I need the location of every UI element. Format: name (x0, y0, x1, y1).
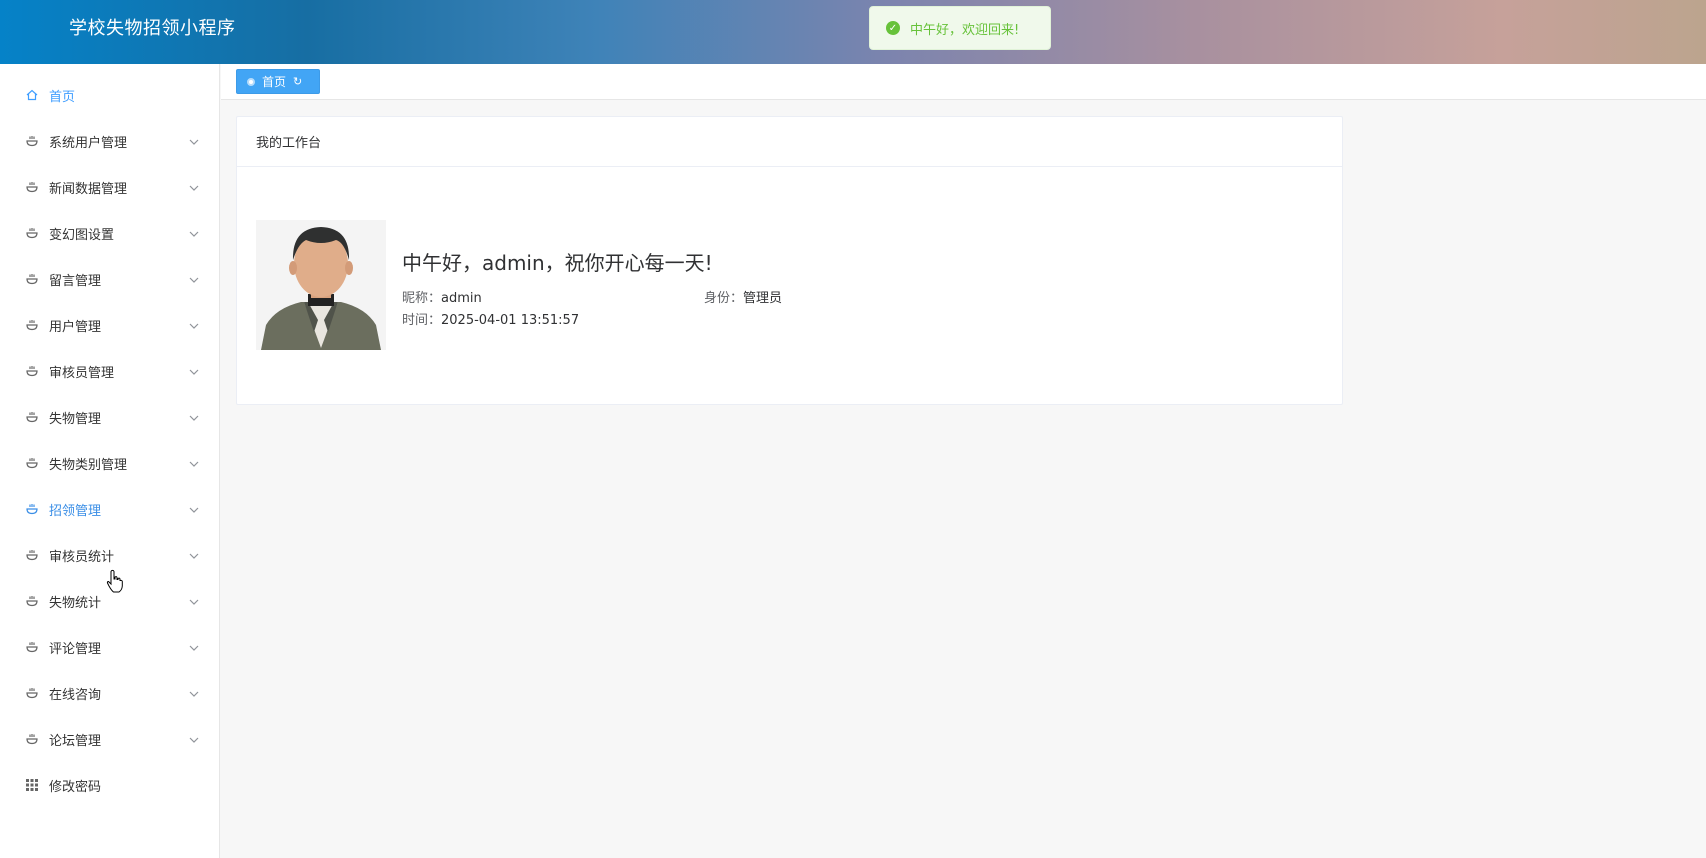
sidebar-item-2[interactable]: 新闻数据管理 (0, 164, 219, 210)
time-row: 时间：2025-04-01 13:51:57 (402, 309, 579, 328)
sidebar-item-13[interactable]: 在线咨询 (0, 670, 219, 716)
time-label: 时间： (402, 313, 442, 328)
sidebar-item-1[interactable]: 系统用户管理 (0, 118, 219, 164)
nickname-value: admin (441, 291, 482, 306)
sidebar-item-label: 留言管理 (49, 273, 102, 289)
check-circle-icon: ✓ (886, 21, 900, 35)
avatar (256, 220, 386, 350)
menu-bowl-icon (25, 456, 39, 470)
sidebar-item-label: 在线咨询 (49, 687, 102, 703)
menu-bowl-icon (25, 686, 39, 700)
app-title: 学校失物招领小程序 (69, 18, 236, 39)
sidebar-item-9[interactable]: 招领管理 (0, 486, 219, 532)
sidebar-item-label: 修改密码 (49, 779, 102, 795)
menu-bowl-icon (25, 364, 39, 378)
greeting-text: 中午好，admin，祝你开心每一天! (402, 251, 713, 275)
sidebar-item-label: 用户管理 (49, 319, 102, 335)
chevron-down-icon (189, 596, 199, 606)
sidebar-item-12[interactable]: 评论管理 (0, 624, 219, 670)
menu-bowl-icon (25, 318, 39, 332)
sidebar-item-7[interactable]: 失物管理 (0, 394, 219, 440)
chevron-down-icon (189, 320, 199, 330)
menu-bowl-icon (25, 134, 39, 148)
sidebar-item-4[interactable]: 留言管理 (0, 256, 219, 302)
tags-bar: 首页 ↻ (221, 64, 1706, 100)
workbench-card: 我的工作台 中午好，admin，祝你开心每一天! 昵称：admin 身份：管理员… (236, 116, 1343, 405)
tab-home[interactable]: 首页 ↻ (236, 69, 320, 94)
sidebar-item-label: 审核员管理 (49, 365, 115, 381)
menu-bowl-icon (25, 226, 39, 240)
menu-bowl-icon (25, 732, 39, 746)
chevron-down-icon (189, 136, 199, 146)
chevron-down-icon (189, 642, 199, 652)
sidebar-item-label: 审核员统计 (49, 549, 115, 565)
sidebar-item-6[interactable]: 审核员管理 (0, 348, 219, 394)
sidebar-item-label: 失物类别管理 (49, 457, 128, 473)
hand-pointer-cursor-icon (106, 569, 123, 593)
sidebar-item-label: 评论管理 (49, 641, 102, 657)
top-header: 学校失物招领小程序 (0, 0, 1706, 64)
chevron-down-icon (189, 366, 199, 376)
role-label: 身份： (704, 291, 744, 306)
sidebar-item-label: 失物管理 (49, 411, 102, 427)
chevron-down-icon (189, 734, 199, 744)
chevron-down-icon (189, 458, 199, 468)
menu-bowl-icon (25, 180, 39, 194)
toast-message: 中午好，欢迎回来! (910, 22, 1020, 38)
chevron-down-icon (189, 182, 199, 192)
sidebar-item-label: 变幻图设置 (49, 227, 115, 243)
sidebar-item-label: 首页 (49, 89, 76, 105)
role-value: 管理员 (743, 291, 783, 306)
sidebar-item-label: 论坛管理 (49, 733, 102, 749)
chevron-down-icon (189, 550, 199, 560)
refresh-icon[interactable]: ↻ (293, 75, 302, 88)
nickname-row: 昵称：admin (402, 287, 482, 306)
nickname-label: 昵称： (402, 291, 442, 306)
menu-bowl-icon (25, 502, 39, 516)
chevron-down-icon (189, 274, 199, 284)
chevron-down-icon (189, 228, 199, 238)
chevron-down-icon (189, 504, 199, 514)
sidebar-item-label: 系统用户管理 (49, 135, 128, 151)
sidebar-item-label: 新闻数据管理 (49, 181, 128, 197)
menu-bowl-icon (25, 594, 39, 608)
time-value: 2025-04-01 13:51:57 (441, 313, 580, 328)
sidebar-item-0[interactable]: 首页 (0, 72, 219, 118)
sidebar-item-8[interactable]: 失物类别管理 (0, 440, 219, 486)
sidebar-item-label: 招领管理 (49, 503, 102, 519)
success-toast: ✓ 中午好，欢迎回来! (869, 6, 1051, 50)
sidebar-item-15[interactable]: 修改密码 (0, 762, 219, 808)
chevron-down-icon (189, 412, 199, 422)
sidebar-item-5[interactable]: 用户管理 (0, 302, 219, 348)
sidebar-item-3[interactable]: 变幻图设置 (0, 210, 219, 256)
grid-icon (25, 778, 39, 792)
menu-bowl-icon (25, 410, 39, 424)
menu-bowl-icon (25, 548, 39, 562)
menu-bowl-icon (25, 272, 39, 286)
tab-home-label: 首页 (262, 75, 287, 89)
sidebar: 首页系统用户管理 新闻数据管理 变幻图设置留言管理用户管理审核员管理失物管理失物类别… (0, 64, 220, 858)
home-icon (25, 88, 39, 102)
sidebar-item-label: 失物统计 (49, 595, 102, 611)
role-row: 身份：管理员 (704, 287, 782, 306)
active-dot-icon (247, 77, 255, 86)
workbench-title: 我的工作台 (237, 117, 1342, 167)
sidebar-item-14[interactable]: 论坛管理 (0, 716, 219, 762)
chevron-down-icon (189, 688, 199, 698)
menu-bowl-icon (25, 640, 39, 654)
